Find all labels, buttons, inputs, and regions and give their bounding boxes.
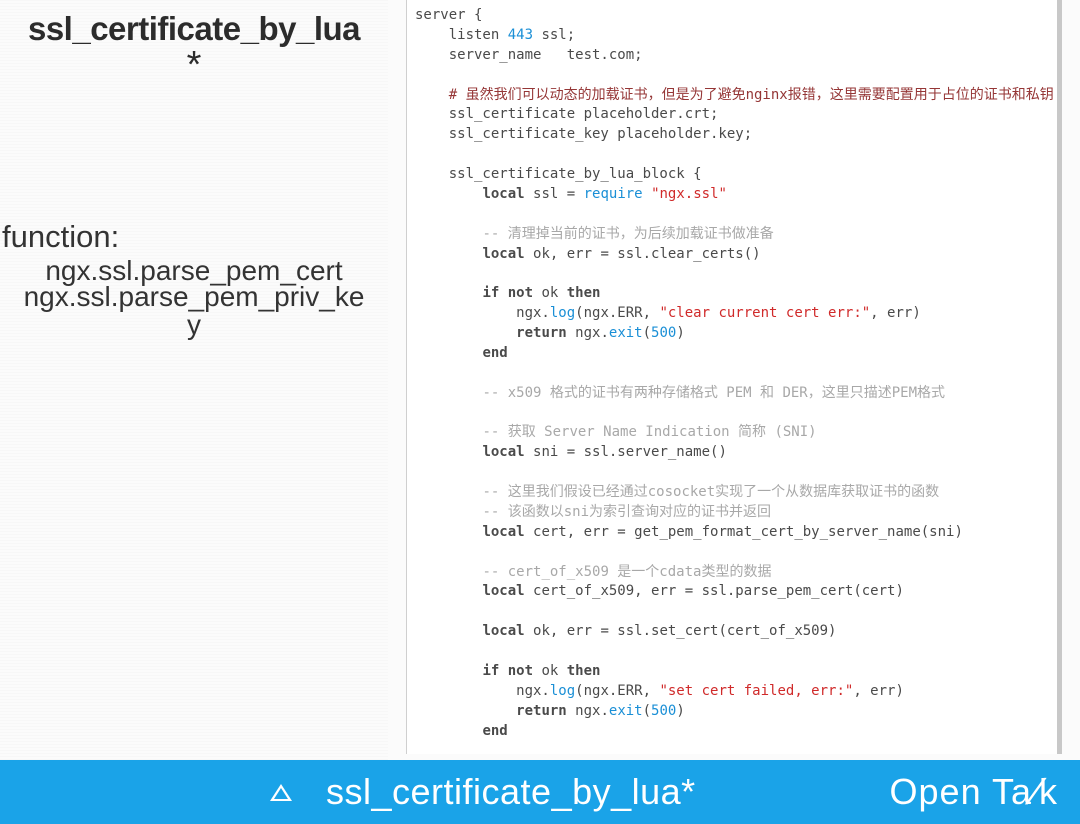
slide: ssl_certificate_by_lua * function: ngx.s… — [0, 0, 1080, 824]
code-line: local ok, err = ssl.clear_certs() — [415, 245, 1049, 265]
code-line — [415, 145, 1049, 165]
footer-brand: Open Ta/k — [890, 771, 1058, 813]
code-line: local cert_of_x509, err = ssl.parse_pem_… — [415, 582, 1049, 602]
code-line: -- 该函数以sni为索引查询对应的证书并返回 — [415, 503, 1049, 523]
code-line: ssl_certificate placeholder.crt; — [415, 105, 1049, 125]
code-line: -- x509 格式的证书有两种存储格式 PEM 和 DER，这里只描述PEM格… — [415, 384, 1049, 404]
function-section: function: ngx.ssl.parse_pem_cert ngx.ssl… — [0, 219, 388, 339]
code-line — [415, 642, 1049, 662]
code-line: ssl_certificate_key placeholder.key; — [415, 125, 1049, 145]
code-line: ssl_certificate_by_lua_block { — [415, 165, 1049, 185]
function-item-2: ngx.ssl.parse_pem_priv_key — [0, 281, 388, 339]
code-line: local ok, err = ssl.set_cert(cert_of_x50… — [415, 622, 1049, 642]
code-line: if not ok then — [415, 284, 1049, 304]
slide-title: ssl_certificate_by_lua — [0, 10, 388, 48]
code-line: return ngx.exit(500) — [415, 702, 1049, 722]
left-pane: ssl_certificate_by_lua * function: ngx.s… — [0, 0, 388, 760]
code-line: end — [415, 722, 1049, 742]
code-line: listen 443 ssl; — [415, 26, 1049, 46]
code-line: ngx.log(ngx.ERR, "clear current cert err… — [415, 304, 1049, 324]
code-line: ngx.log(ngx.ERR, "set cert failed, err:"… — [415, 682, 1049, 702]
code-line: local cert, err = get_pem_format_cert_by… — [415, 523, 1049, 543]
code-line: # 虽然我们可以动态的加载证书，但是为了避免nginx报错，这里需要配置用于占位… — [415, 86, 1049, 106]
code-block: server { listen 443 ssl; server_name tes… — [406, 0, 1062, 754]
code-line: end — [415, 344, 1049, 364]
code-line: -- cert_of_x509 是一个cdata类型的数据 — [415, 563, 1049, 583]
code-line — [415, 741, 1049, 754]
slide-title-star: * — [0, 44, 388, 87]
code-line: local ssl = require "ngx.ssl" — [415, 185, 1049, 205]
code-line — [415, 543, 1049, 563]
code-line: -- 这里我们假设已经通过cosocket实现了一个从数据库获取证书的函数 — [415, 483, 1049, 503]
code-line — [415, 404, 1049, 424]
code-line — [415, 463, 1049, 483]
content-area: ssl_certificate_by_lua * function: ngx.s… — [0, 0, 1080, 760]
code-line — [415, 66, 1049, 86]
slide-title-block: ssl_certificate_by_lua * — [0, 6, 388, 87]
code-line — [415, 364, 1049, 384]
code-line — [415, 602, 1049, 622]
triangle-icon — [270, 784, 292, 801]
right-pane: server { listen 443 ssl; server_name tes… — [388, 0, 1080, 760]
code-line: -- 获取 Server Name Indication 简称 (SNI) — [415, 423, 1049, 443]
code-line: return ngx.exit(500) — [415, 324, 1049, 344]
code-line — [415, 205, 1049, 225]
code-line: server_name test.com; — [415, 46, 1049, 66]
code-line: -- 清理掉当前的证书，为后续加载证书做准备 — [415, 225, 1049, 245]
code-line: local sni = ssl.server_name() — [415, 443, 1049, 463]
footer-bar: ssl_certificate_by_lua* Open Ta/k — [0, 760, 1080, 824]
code-line: if not ok then — [415, 662, 1049, 682]
footer-brand-open: Open Ta — [890, 771, 1032, 812]
code-line: server { — [415, 6, 1049, 26]
function-heading: function: — [0, 219, 388, 255]
code-line — [415, 264, 1049, 284]
footer-title: ssl_certificate_by_lua* — [326, 771, 696, 813]
